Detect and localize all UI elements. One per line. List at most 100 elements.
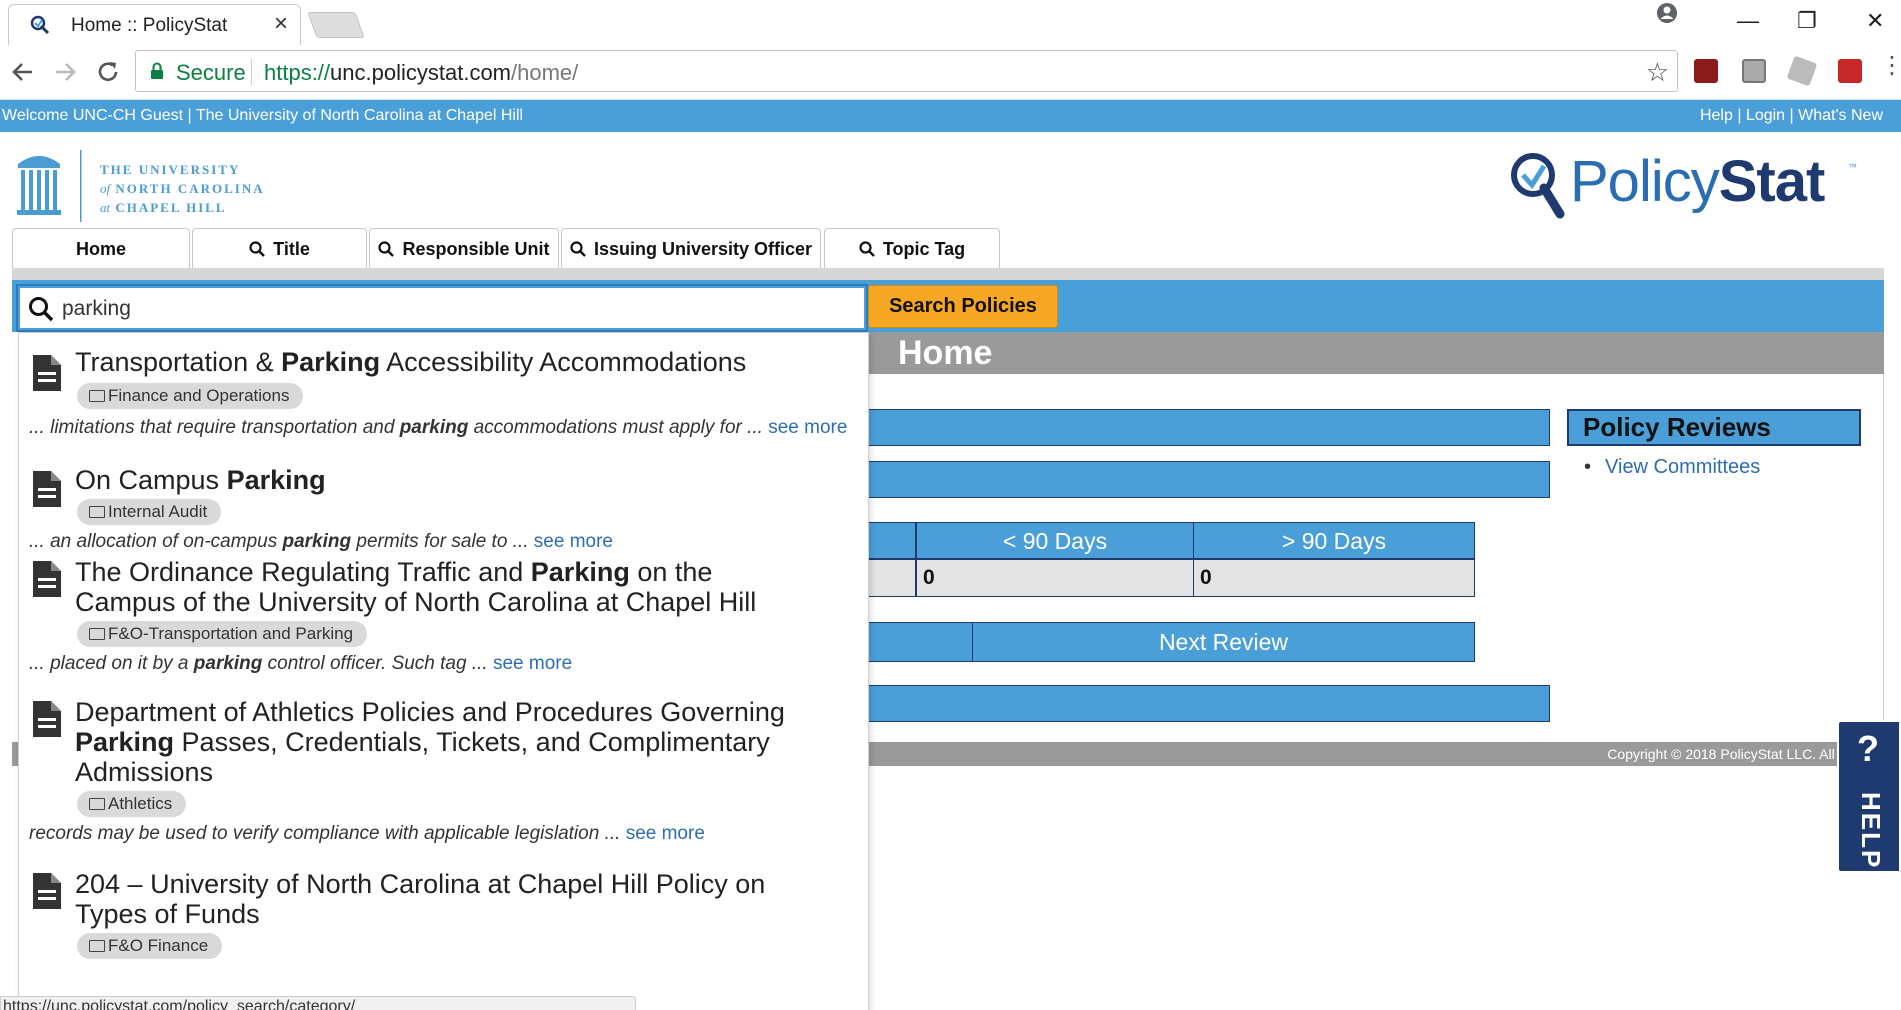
view-committees-link[interactable]: View Committees <box>1605 456 1760 478</box>
see-more-link[interactable]: see more <box>626 823 705 844</box>
result-title-link[interactable]: Transportation & Parking Accessibility A… <box>75 347 855 377</box>
result-category-badge[interactable]: Finance and Operations <box>77 383 304 409</box>
whats-new-link[interactable]: What's New <box>1798 107 1883 124</box>
close-window-button[interactable]: ✕ <box>1866 8 1884 34</box>
document-icon <box>33 701 61 737</box>
result-category-badge[interactable]: F&O-Transportation and Parking <box>77 621 368 647</box>
tab-title: Home :: PolicyStat <box>71 15 228 36</box>
table-cell <box>868 559 916 597</box>
unc-wordmark: THE UNIVERSITY of NORTH CAROLINA at CHAP… <box>100 162 265 215</box>
table-header-cell <box>868 522 916 559</box>
separator: | <box>1737 107 1742 124</box>
search-icon <box>249 241 266 257</box>
tab-responsible-unit[interactable]: Responsible Unit <box>369 228 559 268</box>
result-title-link[interactable]: The Ordinance Regulating Traffic and Par… <box>75 557 795 617</box>
eraser-extension-icon[interactable] <box>1786 55 1818 87</box>
result-snippet: records may be used to verify compliance… <box>29 823 705 844</box>
address-bar-row: Secure https://unc.policystat.com/home/ … <box>0 45 1901 100</box>
table-header-cell <box>868 622 973 662</box>
table-header-lt-90: < 90 Days <box>916 522 1194 559</box>
chrome-menu-icon[interactable]: ⋮ <box>1880 51 1901 80</box>
folder-icon <box>89 628 105 640</box>
search-icon <box>859 241 875 257</box>
footer-bar: Copyright © 2018 PolicyStat LLC. All rig… <box>868 742 1901 766</box>
reload-icon[interactable] <box>95 59 121 85</box>
bullet: • <box>1584 456 1592 478</box>
new-tab-button[interactable] <box>307 12 365 38</box>
institution-link[interactable]: The University of North Carolina at Chap… <box>196 107 523 124</box>
w-extension-icon[interactable] <box>1838 59 1862 83</box>
see-more-link[interactable]: see more <box>493 653 572 674</box>
separator: | <box>187 107 192 124</box>
minimize-button[interactable]: — <box>1737 8 1759 34</box>
next-review-header: Next Review <box>972 622 1475 662</box>
tab-close-icon[interactable]: × <box>274 12 288 36</box>
folder-icon <box>89 506 105 518</box>
search-policies-button[interactable]: Search Policies <box>868 285 1058 328</box>
policystat-logo-icon[interactable] <box>1508 150 1568 220</box>
result-category-badge[interactable]: Athletics <box>77 791 187 817</box>
result-category-badge[interactable]: Internal Audit <box>77 499 222 525</box>
trademark: ™ <box>1848 162 1857 172</box>
policystat-favicon-icon <box>30 15 50 35</box>
table-cell-lt-90: 0 <box>916 559 1194 597</box>
page-heading-bar: Home <box>868 332 1884 374</box>
result-snippet: ... placed on it by a parking control of… <box>29 653 573 674</box>
table-header-gt-90: > 90 Days <box>1193 522 1475 559</box>
secure-label: Secure <box>176 60 246 85</box>
tab-underline <box>12 268 1884 280</box>
result-title-link[interactable]: Department of Athletics Policies and Pro… <box>75 697 815 787</box>
policystat-wordmark: PolicyStat <box>1570 149 1825 214</box>
table-cell-gt-90: 0 <box>1193 559 1475 597</box>
search-input-value[interactable]: parking <box>62 297 131 321</box>
policy-reviews-list: • View Committees <box>1584 456 1760 479</box>
folder-icon <box>89 390 105 402</box>
document-icon <box>33 471 61 507</box>
browser-tab[interactable]: Home :: PolicyStat × <box>8 4 301 45</box>
folder-icon <box>89 940 105 952</box>
back-arrow-icon[interactable] <box>10 59 36 85</box>
policy-reviews-heading: Policy Reviews <box>1567 409 1861 446</box>
search-input[interactable]: parking <box>18 286 866 330</box>
omnibox[interactable]: Secure https://unc.policystat.com/home/ … <box>135 50 1678 92</box>
separator: | <box>1789 107 1794 124</box>
tab-title[interactable]: Title <box>192 228 367 268</box>
result-title-link[interactable]: 204 – University of North Carolina at Ch… <box>75 869 815 929</box>
search-icon <box>570 241 586 257</box>
tab-home[interactable]: Home <box>12 228 190 268</box>
browser-tab-strip: Home :: PolicyStat × — ❐ ✕ <box>0 0 1901 45</box>
search-suggestions-dropdown: Transportation & Parking Accessibility A… <box>18 332 869 1010</box>
welcome-bar: Welcome UNC-CH Guest | The University of… <box>0 100 1901 132</box>
link-status-bar: https://unc.policystat.com/policy_search… <box>0 996 636 1010</box>
welcome-guest-link[interactable]: Welcome UNC-CH Guest <box>2 107 183 124</box>
login-link[interactable]: Login <box>1746 107 1785 124</box>
document-icon <box>33 561 61 597</box>
restore-button[interactable]: ❐ <box>1797 8 1817 34</box>
help-tab-button[interactable]: ? HELP <box>1837 720 1901 873</box>
tab-topic-tag[interactable]: Topic Tag <box>824 228 1000 268</box>
see-more-link[interactable]: see more <box>534 531 613 552</box>
document-icon <box>33 355 61 391</box>
result-title-link[interactable]: On Campus Parking <box>75 465 855 495</box>
result-snippet: ... an allocation of on-campus parking p… <box>29 531 613 552</box>
lock-icon <box>151 62 163 79</box>
see-more-link[interactable]: see more <box>768 417 847 438</box>
result-snippet: ... limitations that require transportat… <box>29 417 848 438</box>
help-question-icon: ? <box>1857 728 1879 769</box>
forward-arrow-icon[interactable] <box>52 59 78 85</box>
omnibox-divider <box>251 59 252 85</box>
bookmark-star-icon[interactable]: ☆ <box>1646 57 1669 88</box>
search-icon <box>29 297 54 322</box>
section-header-bar <box>868 409 1550 446</box>
result-category-badge[interactable]: F&O Finance <box>77 933 223 959</box>
extension-icon[interactable] <box>1742 59 1766 83</box>
pdf-extension-icon[interactable] <box>1694 59 1718 83</box>
help-label: HELP <box>1856 792 1886 870</box>
section-header-bar <box>868 685 1550 722</box>
url-text[interactable]: https://unc.policystat.com/home/ <box>264 60 578 86</box>
help-link[interactable]: Help <box>1700 107 1733 124</box>
profile-icon[interactable] <box>1656 2 1678 24</box>
document-icon <box>33 873 61 909</box>
page-title: Home <box>898 334 993 372</box>
tab-issuing-university-officer[interactable]: Issuing University Officer <box>561 228 821 268</box>
